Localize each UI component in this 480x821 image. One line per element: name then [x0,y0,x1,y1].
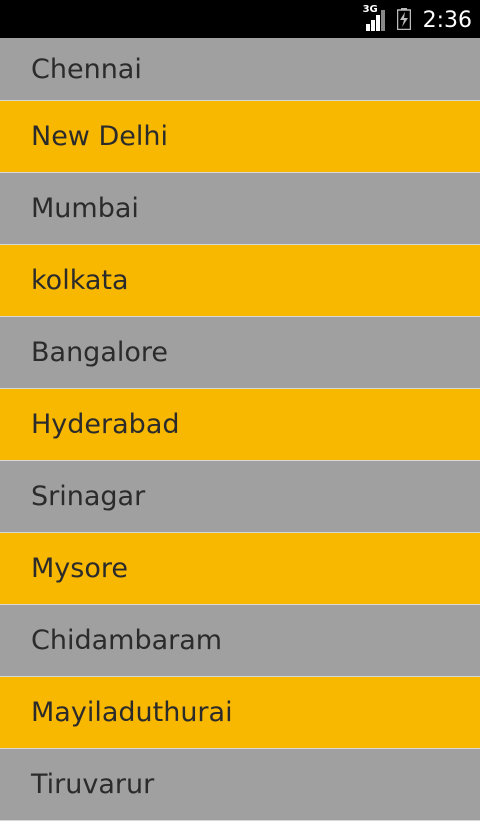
city-list[interactable]: Chennai New Delhi Mumbai kolkata Bangalo… [0,38,480,821]
list-item-label: Hyderabad [31,409,180,440]
network-indicator: 3G [362,4,387,31]
list-item[interactable]: New Delhi [0,101,480,173]
list-item-label: Chidambaram [31,625,223,656]
list-item[interactable]: Mayiladuthurai [0,677,480,749]
list-item-label: Tiruvarur [31,769,155,800]
list-item[interactable]: Srinagar [0,461,480,533]
list-item[interactable]: Bangalore [0,317,480,389]
list-item[interactable]: Mysore [0,533,480,605]
list-item-label: kolkata [31,265,129,296]
clock: 2:36 [422,7,472,33]
status-bar: 3G 2:36 [0,0,480,38]
list-item-label: Chennai [31,53,142,85]
list-item[interactable]: kolkata [0,245,480,317]
list-item-label: Mayiladuthurai [31,697,233,728]
list-item-label: Bangalore [31,337,169,368]
list-item[interactable]: Chidambaram [0,605,480,677]
list-item[interactable]: Tiruvarur [0,749,480,821]
list-item-label: Mumbai [31,193,139,224]
list-item-label: Mysore [31,553,128,584]
list-item[interactable]: Chennai [0,38,480,101]
list-item-label: Srinagar [31,481,146,512]
list-item[interactable]: Hyderabad [0,389,480,461]
network-type-label: 3G [362,4,378,15]
list-item-label: New Delhi [31,121,168,152]
list-item[interactable]: Mumbai [0,173,480,245]
battery-charging-icon [396,8,411,30]
